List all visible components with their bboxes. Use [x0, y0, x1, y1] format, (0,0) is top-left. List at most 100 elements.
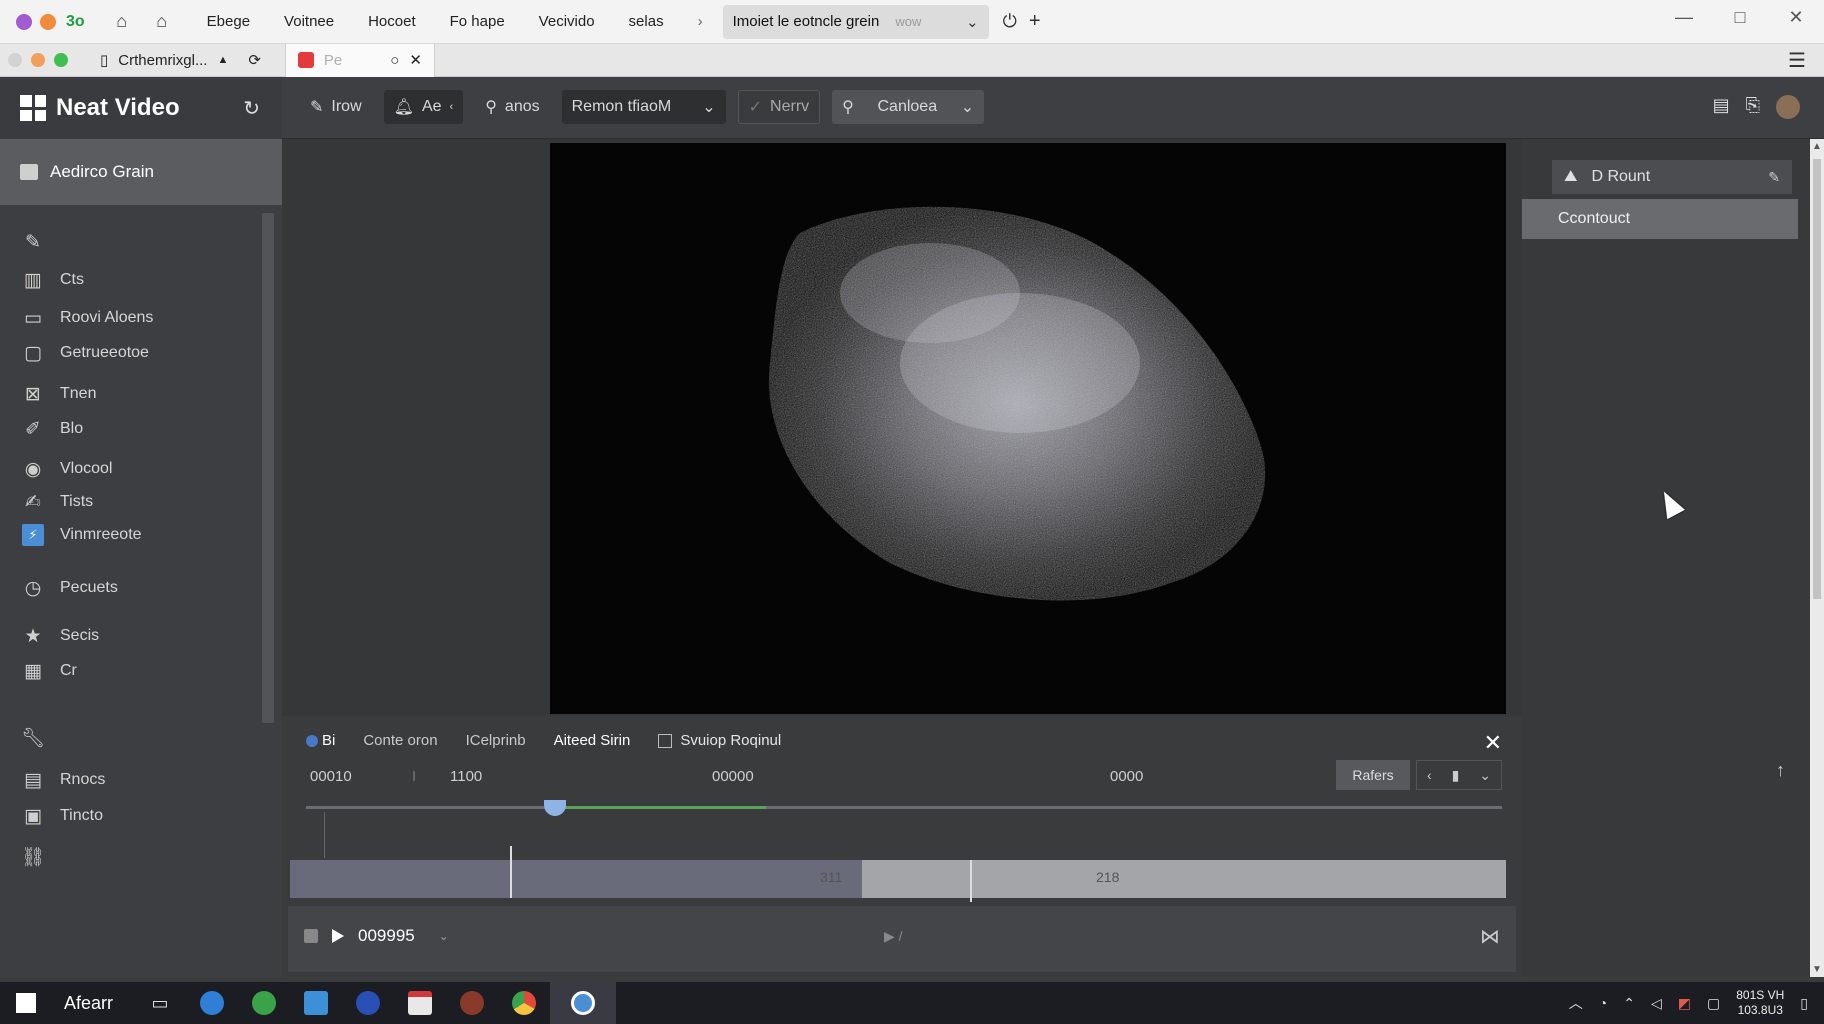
- layout-icon[interactable]: ▤: [1713, 95, 1730, 119]
- edge-icon[interactable]: [186, 982, 238, 1024]
- close-window-icon[interactable]: ✕: [1768, 0, 1824, 34]
- taskbar-search[interactable]: Afearr: [64, 993, 134, 1014]
- sidebar-item[interactable]: ▦ Cr: [22, 660, 77, 682]
- home-icon[interactable]: ⌂: [111, 11, 133, 33]
- menu-item[interactable]: Vecivido: [539, 13, 595, 30]
- sidebar-item[interactable]: ✐ Blo: [22, 418, 83, 440]
- sidebar-scrollbar[interactable]: [262, 213, 274, 723]
- sidebar-item[interactable]: ▣ Tincto: [22, 805, 103, 827]
- marker-icon[interactable]: ▮: [1452, 767, 1460, 784]
- app-icon-orange[interactable]: [40, 13, 56, 30]
- menu-item[interactable]: Ebege: [207, 13, 250, 30]
- system-clock[interactable]: 801S VH 103.8U3: [1736, 988, 1784, 1018]
- timeline-tab[interactable]: ICelprinb: [466, 732, 526, 749]
- sidebar-item[interactable]: ✍ Tists: [22, 491, 93, 513]
- red-app-icon[interactable]: [446, 982, 498, 1024]
- scroll-up-icon[interactable]: ▲: [1812, 141, 1822, 152]
- chevron-left-icon[interactable]: ‹: [1427, 767, 1432, 783]
- sidebar-item[interactable]: ★ Secis: [22, 625, 99, 647]
- notification-icon[interactable]: ▯: [1800, 995, 1808, 1012]
- browser-tab[interactable]: ▯ Crthemrixgl... ▲ ⟳: [88, 44, 273, 77]
- sidebar-item[interactable]: 🔧︎: [21, 727, 60, 749]
- avatar[interactable]: [1776, 95, 1800, 119]
- timeline-nav[interactable]: ‹ ▮ ⌄: [1416, 760, 1502, 790]
- timeline-playhead[interactable]: [544, 800, 566, 816]
- menu-item[interactable]: selas: [629, 13, 664, 30]
- round-button[interactable]: ⛰ D Rount ✎: [1552, 160, 1792, 194]
- neat-video-app-icon[interactable]: [550, 982, 616, 1024]
- close-icon[interactable]: ✕: [1484, 730, 1502, 756]
- timeline-tab[interactable]: Bi: [306, 732, 335, 749]
- sidebar-item[interactable]: ▤ Rnocs: [22, 769, 105, 791]
- chevron-down-icon[interactable]: ⌄: [966, 13, 979, 31]
- green-app-icon[interactable]: [238, 982, 290, 1024]
- refresh-icon[interactable]: ↻: [243, 96, 260, 121]
- sidebar-item[interactable]: ▢ Getrueeotoe: [22, 342, 149, 364]
- timeline-tab[interactable]: Aiteed Sirin: [554, 732, 631, 749]
- toolbar-button[interactable]: 🔔︎ Ae ‹: [383, 90, 464, 124]
- sidebar-item[interactable]: ⚡ Vinmreeote: [22, 524, 142, 546]
- app-icon-green[interactable]: 3o: [66, 13, 85, 31]
- stop-icon[interactable]: [304, 929, 318, 943]
- refresh-button[interactable]: Rafers: [1336, 760, 1410, 790]
- sidebar-item[interactable]: ⊠ Tnen: [22, 383, 96, 405]
- timeline-checkbox[interactable]: Svuiop Roqinul: [658, 732, 781, 749]
- message-icon[interactable]: ▢: [1707, 995, 1720, 1012]
- search-dropdown[interactable]: ⚲ Canloea ⌄: [832, 90, 985, 124]
- video-preview[interactable]: [550, 143, 1506, 714]
- chevron-down-icon[interactable]: ⌄: [439, 929, 449, 943]
- traffic-light-green[interactable]: [54, 53, 68, 67]
- task-view-icon[interactable]: ▭: [134, 982, 186, 1024]
- chrome-icon[interactable]: [498, 982, 550, 1024]
- menu-item[interactable]: Hocoet: [368, 13, 416, 30]
- circle-icon[interactable]: ○: [390, 52, 399, 69]
- chevron-up-icon[interactable]: ︿: [1569, 993, 1583, 1013]
- next-frame-icon[interactable]: ▶ /: [884, 928, 903, 945]
- reload-icon[interactable]: ⟳: [248, 51, 261, 69]
- scroll-thumb[interactable]: [1813, 159, 1821, 599]
- power-icon[interactable]: ⏻: [1003, 11, 1017, 32]
- timeline-marker[interactable]: [510, 846, 512, 898]
- home-outline-icon[interactable]: ⌂: [151, 11, 173, 33]
- blue-circle-app-icon[interactable]: [342, 982, 394, 1024]
- traffic-light-orange[interactable]: [31, 53, 45, 67]
- toolbar-button[interactable]: ⚲ anos: [475, 90, 549, 124]
- sidebar-item[interactable]: ✎: [22, 231, 60, 253]
- timeline-tab[interactable]: Conte oron: [363, 732, 437, 749]
- menu-item[interactable]: Voitnee: [284, 13, 334, 30]
- timeline-clip-bar[interactable]: 311 218: [290, 846, 1506, 902]
- toolbar-toggle[interactable]: ✓ Nerrv: [737, 90, 821, 124]
- folder-app-icon[interactable]: [290, 982, 342, 1024]
- sidebar-item[interactable]: ▥ Cts: [22, 269, 84, 291]
- hamburger-menu-icon[interactable]: ☰: [1788, 48, 1806, 73]
- chevron-right-icon[interactable]: ›: [698, 13, 703, 30]
- scroll-down-icon[interactable]: ▼: [1812, 964, 1822, 975]
- maximize-icon[interactable]: □: [1712, 0, 1768, 34]
- minimize-icon[interactable]: —: [1656, 0, 1712, 34]
- timeline-clip-segment[interactable]: [290, 860, 862, 898]
- sidebar-item[interactable]: ◉ Vlocool: [22, 458, 113, 480]
- menu-item[interactable]: Fo hape: [450, 13, 505, 30]
- collapse-icon[interactable]: ⋈: [1480, 924, 1500, 949]
- start-button[interactable]: [0, 982, 52, 1024]
- chevron-down-icon[interactable]: ⌄: [1479, 767, 1491, 784]
- right-scrollbar[interactable]: ▲ ▼: [1810, 139, 1824, 977]
- sidebar-header[interactable]: Aedirco Grain: [0, 139, 282, 205]
- up-arrow-icon[interactable]: ⌃: [1623, 995, 1635, 1012]
- toolbar-select[interactable]: Remon tfiaoM ⌄: [561, 90, 726, 124]
- active-browser-tab[interactable]: Imoiet le eotncle grein wow ⌄: [722, 4, 989, 39]
- network-icon[interactable]: ◔: [1599, 995, 1607, 1011]
- speaker-icon[interactable]: ◁: [1651, 995, 1662, 1012]
- close-tab-icon[interactable]: ✕: [409, 51, 422, 69]
- app-icon-purple[interactable]: [16, 13, 32, 30]
- browser-tab-active[interactable]: Pe ○ ✕: [284, 43, 435, 77]
- timeline-track[interactable]: [306, 806, 1502, 809]
- timeline-marker[interactable]: [970, 860, 972, 902]
- sidebar-item[interactable]: ◷ Pecuets: [22, 577, 118, 599]
- share-icon[interactable]: ⎘: [1746, 95, 1760, 119]
- alert-icon[interactable]: ◩: [1678, 995, 1691, 1012]
- play-icon[interactable]: [332, 929, 344, 943]
- calendar-app-icon[interactable]: [394, 982, 446, 1024]
- contact-button[interactable]: Ccontouct: [1522, 199, 1798, 239]
- sidebar-item[interactable]: ⛓: [21, 846, 60, 868]
